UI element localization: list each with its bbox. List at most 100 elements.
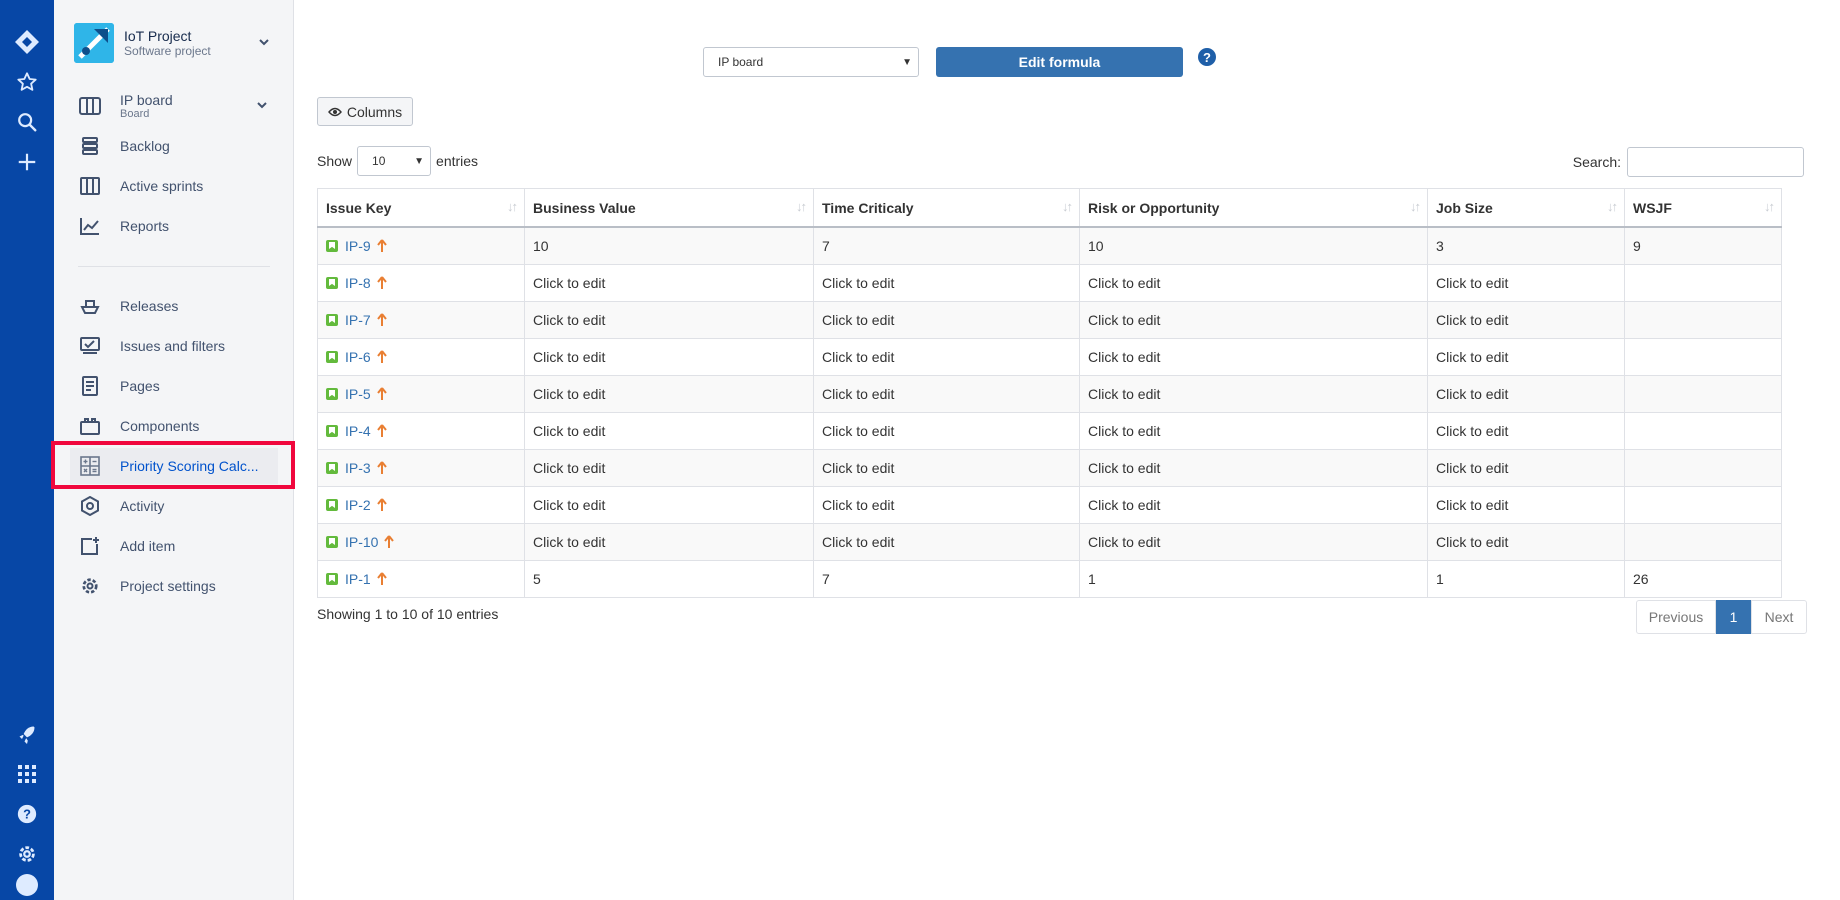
job-size-cell[interactable]: Click to edit xyxy=(1427,375,1625,413)
issue-key-cell: IP-5 xyxy=(317,375,525,413)
issue-key-link[interactable]: IP-4 xyxy=(345,423,371,439)
chevron-down-icon[interactable] xyxy=(258,35,270,53)
sidebar-item-board[interactable]: IP board Board xyxy=(70,84,278,128)
business-value-cell[interactable]: Click to edit xyxy=(524,486,814,524)
sidebar-divider xyxy=(78,266,270,267)
rocket-icon[interactable] xyxy=(0,714,54,754)
project-avatar xyxy=(74,23,114,63)
issue-key-link[interactable]: IP-3 xyxy=(345,460,371,476)
sidebar-item-active-sprints[interactable]: Active sprints xyxy=(70,168,278,204)
sidebar-item-backlog[interactable]: Backlog xyxy=(70,128,278,164)
issue-key-link[interactable]: IP-9 xyxy=(345,238,371,254)
sidebar-item-pages[interactable]: Pages xyxy=(70,368,278,404)
search-input[interactable] xyxy=(1627,147,1804,177)
issue-key-link[interactable]: IP-7 xyxy=(345,312,371,328)
business-value-cell[interactable]: Click to edit xyxy=(524,338,814,376)
time-criticality-cell[interactable]: Click to edit xyxy=(813,523,1080,561)
jira-logo-icon[interactable] xyxy=(0,22,54,62)
table-row: IP-10 Click to edit Click to edit Click to … xyxy=(317,523,1782,561)
issue-key-link[interactable]: IP-8 xyxy=(345,275,371,291)
column-header-wsjf[interactable]: WSJF ↓↑ xyxy=(1624,188,1782,228)
risk-opportunity-cell[interactable]: Click to edit xyxy=(1079,449,1428,487)
business-value-cell[interactable]: 5 xyxy=(524,560,814,598)
job-size-cell[interactable]: Click to edit xyxy=(1427,486,1625,524)
issue-key-link[interactable]: IP-1 xyxy=(345,571,371,587)
business-value-cell[interactable]: Click to edit xyxy=(524,449,814,487)
sidebar-item-project-settings[interactable]: Project settings xyxy=(70,568,278,604)
time-criticality-cell[interactable]: 7 xyxy=(813,226,1080,265)
sidebar-item-label: Add item xyxy=(120,538,176,554)
columns-button[interactable]: Columns xyxy=(317,97,413,126)
risk-opportunity-cell[interactable]: 1 xyxy=(1079,560,1428,598)
time-criticality-cell[interactable]: Click to edit xyxy=(813,375,1080,413)
sidebar-item-issues-and-filters[interactable]: Issues and filters xyxy=(70,328,278,364)
issue-key-link[interactable]: IP-5 xyxy=(345,386,371,402)
column-header-time-criticality[interactable]: Time Criticaly ↓↑ xyxy=(813,188,1080,228)
risk-opportunity-cell[interactable]: 10 xyxy=(1079,226,1428,265)
sidebar-item-components[interactable]: Components xyxy=(70,408,278,444)
search-icon[interactable] xyxy=(0,102,54,142)
column-header-risk-or-opportunity[interactable]: Risk or Opportunity ↓↑ xyxy=(1079,188,1428,228)
job-size-cell[interactable]: Click to edit xyxy=(1427,523,1625,561)
edit-formula-button[interactable]: Edit formula xyxy=(936,47,1183,77)
risk-opportunity-cell[interactable]: Click to edit xyxy=(1079,523,1428,561)
risk-opportunity-cell[interactable]: Click to edit xyxy=(1079,412,1428,450)
settings-icon[interactable] xyxy=(0,834,54,874)
business-value-cell[interactable]: Click to edit xyxy=(524,264,814,302)
sidebar-item-add-item[interactable]: Add item xyxy=(70,528,278,564)
issue-key-link[interactable]: IP-6 xyxy=(345,349,371,365)
page-1-button[interactable]: 1 xyxy=(1716,600,1751,634)
project-name: IoT Project xyxy=(124,28,192,44)
project-header[interactable]: IoT Project Software project xyxy=(74,22,274,64)
column-header-issue-key[interactable]: Issue Key ↓↑ xyxy=(317,188,525,228)
time-criticality-cell[interactable]: 7 xyxy=(813,560,1080,598)
board-select[interactable]: IP board ▼ xyxy=(703,47,919,77)
business-value-cell[interactable]: Click to edit xyxy=(524,375,814,413)
sidebar-item-releases[interactable]: Releases xyxy=(70,288,278,324)
chevron-down-icon[interactable] xyxy=(256,98,268,114)
business-value-cell[interactable]: Click to edit xyxy=(524,301,814,339)
column-header-job-size[interactable]: Job Size ↓↑ xyxy=(1427,188,1625,228)
time-criticality-cell[interactable]: Click to edit xyxy=(813,449,1080,487)
job-size-cell[interactable]: Click to edit xyxy=(1427,338,1625,376)
sort-icon: ↓↑ xyxy=(507,199,518,214)
risk-opportunity-cell[interactable]: Click to edit xyxy=(1079,301,1428,339)
business-value-cell[interactable]: 10 xyxy=(524,226,814,265)
page-length-select[interactable]: 10 ▼ xyxy=(357,146,432,176)
business-value-cell[interactable]: Click to edit xyxy=(524,412,814,450)
priority-major-icon xyxy=(384,535,395,548)
job-size-cell[interactable]: Click to edit xyxy=(1427,449,1625,487)
issue-key-link[interactable]: IP-10 xyxy=(345,534,378,550)
plus-icon[interactable] xyxy=(0,142,54,182)
job-size-cell[interactable]: 1 xyxy=(1427,560,1625,598)
wsjf-cell xyxy=(1624,375,1782,413)
issue-key-link[interactable]: IP-2 xyxy=(345,497,371,513)
help-icon[interactable]: ? xyxy=(1198,48,1216,66)
risk-opportunity-cell[interactable]: Click to edit xyxy=(1079,264,1428,302)
next-page-button[interactable]: Next xyxy=(1751,600,1807,634)
risk-opportunity-cell[interactable]: Click to edit xyxy=(1079,338,1428,376)
job-size-cell[interactable]: 3 xyxy=(1427,226,1625,265)
column-header-business-value[interactable]: Business Value ↓↑ xyxy=(524,188,814,228)
time-criticality-cell[interactable]: Click to edit xyxy=(813,301,1080,339)
job-size-cell[interactable]: Click to edit xyxy=(1427,264,1625,302)
sidebar-item-activity[interactable]: Activity xyxy=(70,488,278,524)
time-criticality-cell[interactable]: Click to edit xyxy=(813,338,1080,376)
time-criticality-cell[interactable]: Click to edit xyxy=(813,486,1080,524)
caret-down-icon: ▼ xyxy=(414,156,425,167)
job-size-cell[interactable]: Click to edit xyxy=(1427,412,1625,450)
help-icon[interactable]: ? xyxy=(0,794,54,834)
risk-opportunity-cell[interactable]: Click to edit xyxy=(1079,375,1428,413)
time-criticality-cell[interactable]: Click to edit xyxy=(813,412,1080,450)
show-label: Show xyxy=(317,153,353,169)
apps-grid-icon[interactable] xyxy=(0,754,54,794)
risk-opportunity-cell[interactable]: Click to edit xyxy=(1079,486,1428,524)
job-size-cell[interactable]: Click to edit xyxy=(1427,301,1625,339)
avatar[interactable] xyxy=(0,874,54,900)
previous-page-button[interactable]: Previous xyxy=(1636,600,1716,634)
sidebar-item-label: Backlog xyxy=(120,138,170,154)
time-criticality-cell[interactable]: Click to edit xyxy=(813,264,1080,302)
star-icon[interactable] xyxy=(0,62,54,102)
business-value-cell[interactable]: Click to edit xyxy=(524,523,814,561)
sidebar-item-reports[interactable]: Reports xyxy=(70,208,278,244)
